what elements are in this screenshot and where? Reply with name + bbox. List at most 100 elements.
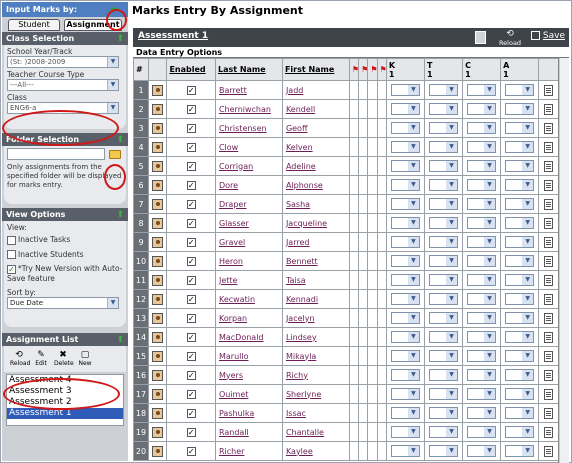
- first-name-link[interactable]: Adeline: [283, 162, 316, 171]
- mark-a-select[interactable]: [505, 217, 535, 229]
- first-name-link[interactable]: Chantalle: [283, 428, 324, 437]
- first-name-link[interactable]: Kennadi: [283, 295, 318, 304]
- student-avatar-icon[interactable]: [152, 255, 164, 267]
- mark-k-select[interactable]: [390, 274, 420, 286]
- inactive-students-checkbox[interactable]: [7, 250, 16, 259]
- mark-k-select[interactable]: [390, 103, 420, 115]
- notes-icon[interactable]: [544, 103, 554, 115]
- mark-t-select[interactable]: [429, 160, 458, 172]
- notes-icon[interactable]: [544, 198, 554, 210]
- mark-t-select[interactable]: [429, 331, 458, 343]
- last-name-link[interactable]: Dore: [216, 181, 238, 190]
- mark-c-select[interactable]: [467, 122, 497, 134]
- last-name-link[interactable]: Barrett: [216, 86, 247, 95]
- mark-k-select[interactable]: [390, 293, 420, 305]
- notes-icon[interactable]: [544, 274, 554, 286]
- enabled-checkbox[interactable]: ✓: [186, 199, 196, 209]
- student-avatar-icon[interactable]: [152, 369, 164, 381]
- mark-t-select[interactable]: [429, 445, 458, 457]
- notes-icon[interactable]: [544, 84, 554, 96]
- inactive-tasks-checkbox[interactable]: [7, 235, 16, 245]
- mark-t-select[interactable]: [429, 122, 458, 134]
- last-name-link[interactable]: Heron: [216, 257, 243, 266]
- mark-c-select[interactable]: [467, 236, 497, 248]
- student-avatar-icon[interactable]: [152, 426, 164, 438]
- try-new-version-checkbox[interactable]: ✓: [7, 264, 16, 274]
- notes-icon[interactable]: [544, 312, 554, 324]
- mark-t-select[interactable]: [429, 426, 458, 438]
- mark-t-select[interactable]: [429, 103, 458, 115]
- mark-c-select[interactable]: [467, 312, 497, 324]
- last-name-link[interactable]: Kecwatin: [216, 295, 255, 304]
- student-avatar-icon[interactable]: [152, 312, 164, 324]
- first-name-link[interactable]: Taisa: [283, 276, 306, 285]
- data-entry-options[interactable]: Data Entry Options: [133, 48, 569, 58]
- folder-selection-header[interactable]: Folder Selection ⬆: [2, 133, 128, 146]
- mark-k-select[interactable]: [390, 388, 420, 400]
- mark-k-select[interactable]: [390, 407, 420, 419]
- folder-input[interactable]: [7, 148, 105, 160]
- assessment-link[interactable]: Assessment 1: [138, 31, 208, 41]
- mark-c-select[interactable]: [467, 217, 497, 229]
- mark-k-select[interactable]: [390, 122, 420, 134]
- enabled-checkbox[interactable]: ✓: [186, 180, 196, 190]
- notes-icon[interactable]: [544, 179, 554, 191]
- mark-a-select[interactable]: [505, 84, 535, 96]
- last-name-link[interactable]: Clow: [216, 143, 238, 152]
- assignment-list-item-selected[interactable]: Assessment 1: [7, 408, 123, 419]
- notes-icon[interactable]: [544, 350, 554, 362]
- mark-a-select[interactable]: [505, 407, 535, 419]
- mark-k-select[interactable]: [390, 84, 420, 96]
- mark-k-select[interactable]: [390, 312, 420, 324]
- notes-icon[interactable]: [544, 122, 554, 134]
- mark-t-select[interactable]: [429, 369, 458, 381]
- mark-t-select[interactable]: [429, 179, 458, 191]
- notes-icon[interactable]: [544, 369, 554, 381]
- save-button[interactable]: Save: [529, 31, 567, 41]
- student-avatar-icon[interactable]: [152, 331, 164, 343]
- first-name-link[interactable]: Jacelyn: [283, 314, 315, 323]
- mark-k-select[interactable]: [390, 179, 420, 191]
- mark-t-select[interactable]: [429, 84, 458, 96]
- assignment-list[interactable]: Assessment 4 Assessment 3 Assessment 2 A…: [6, 374, 124, 426]
- student-avatar-icon[interactable]: [152, 122, 164, 134]
- notes-icon[interactable]: [544, 160, 554, 172]
- mark-a-select[interactable]: [505, 198, 535, 210]
- view-options-header[interactable]: View Options ⬆: [2, 208, 128, 221]
- mark-c-select[interactable]: [467, 84, 497, 96]
- enabled-checkbox[interactable]: ✓: [186, 237, 196, 247]
- enabled-checkbox[interactable]: ✓: [186, 332, 196, 342]
- mark-a-select[interactable]: [505, 236, 535, 248]
- mark-k-select[interactable]: [390, 141, 420, 153]
- first-name-link[interactable]: Sasha: [283, 200, 310, 209]
- enabled-checkbox[interactable]: ✓: [186, 218, 196, 228]
- student-avatar-icon[interactable]: [152, 236, 164, 248]
- enabled-checkbox[interactable]: ✓: [186, 275, 196, 285]
- notes-icon[interactable]: [544, 293, 554, 305]
- enabled-checkbox[interactable]: ✓: [186, 427, 196, 437]
- delete-assignment-button[interactable]: ✖ Delete: [54, 350, 74, 367]
- first-name-link[interactable]: Kelven: [283, 143, 313, 152]
- student-avatar-icon[interactable]: [152, 198, 164, 210]
- notes-icon[interactable]: [544, 388, 554, 400]
- class-select[interactable]: ENG6-a ▼: [7, 102, 119, 114]
- mark-k-select[interactable]: [390, 217, 420, 229]
- sort-by-select[interactable]: Due Date ▼: [7, 296, 119, 309]
- last-name-link[interactable]: Marullo: [216, 352, 249, 361]
- mark-a-select[interactable]: [505, 141, 535, 153]
- mark-c-select[interactable]: [467, 445, 497, 457]
- enabled-checkbox[interactable]: ✓: [186, 142, 196, 152]
- notes-icon[interactable]: [544, 236, 554, 248]
- enabled-checkbox[interactable]: ✓: [186, 313, 196, 323]
- enabled-checkbox[interactable]: ✓: [186, 104, 196, 114]
- col-last-name[interactable]: Last Name: [214, 58, 283, 81]
- mark-t-select[interactable]: [429, 236, 458, 248]
- mark-c-select[interactable]: [467, 407, 497, 419]
- mark-k-select[interactable]: [390, 331, 420, 343]
- mark-c-select[interactable]: [467, 160, 497, 172]
- mark-c-select[interactable]: [467, 388, 497, 400]
- last-name-link[interactable]: Ouimet: [216, 390, 248, 399]
- mark-t-select[interactable]: [429, 388, 458, 400]
- student-avatar-icon[interactable]: [152, 179, 164, 191]
- mark-k-select[interactable]: [390, 426, 420, 438]
